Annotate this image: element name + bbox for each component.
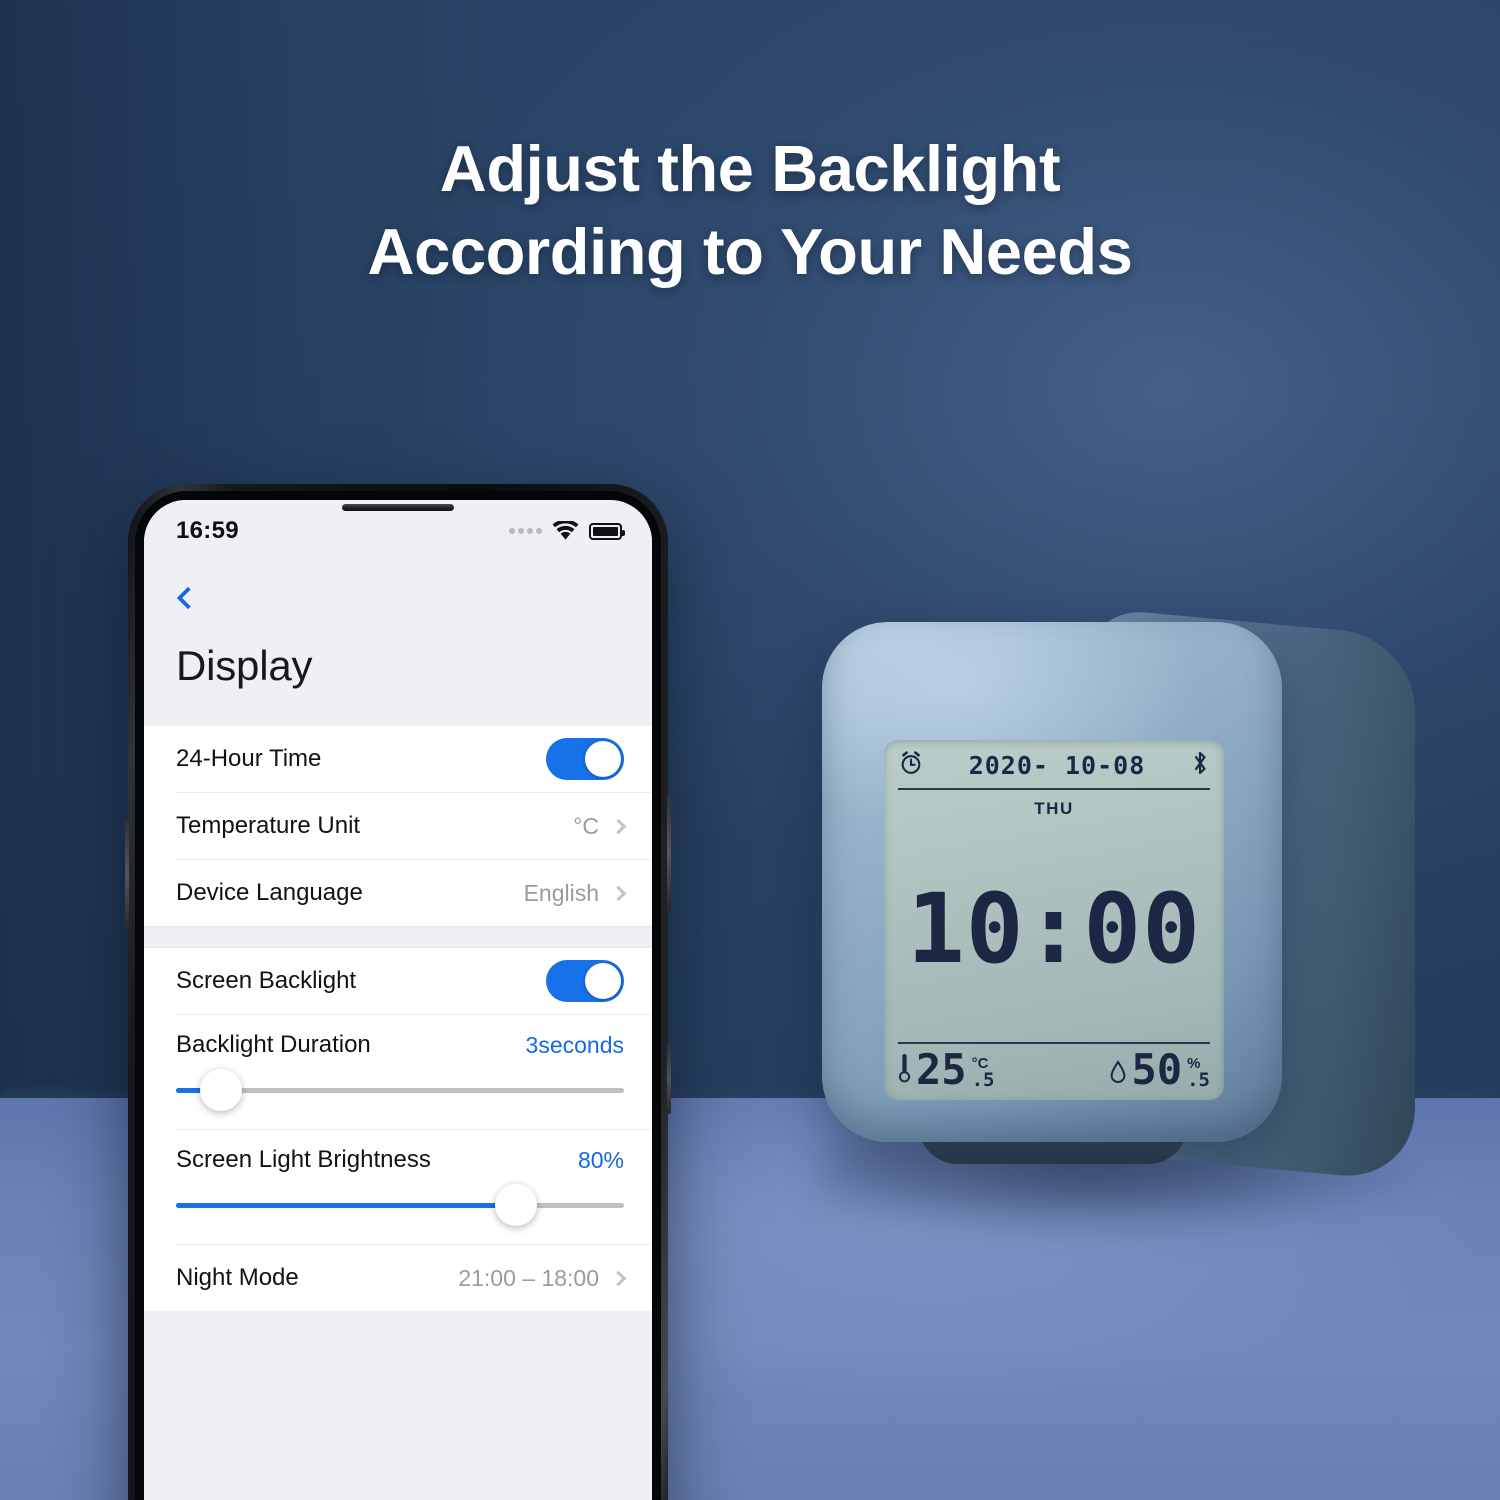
- status-bar-indicators: [509, 521, 625, 541]
- smart-alarm-clock-device: 2020- 10-08 THU 10:00 25 °C .5 50 % .5: [800, 600, 1420, 1260]
- settings-group-general: 24-Hour Time Temperature Unit °C Device …: [144, 726, 652, 926]
- row-value-group: °C: [573, 812, 627, 840]
- group-separator: [144, 926, 652, 948]
- phone-screen: 16:59 Display 24-Hour Time Temperature U…: [144, 500, 652, 1500]
- setting-row-24-hour-time[interactable]: 24-Hour Time: [144, 726, 652, 792]
- page-title: Display: [144, 634, 652, 726]
- row-value-group: 21:00 – 18:00: [458, 1264, 627, 1292]
- toggle-24-hour-time[interactable]: [546, 738, 624, 780]
- row-value: 80%: [577, 1146, 624, 1173]
- earpiece-speaker-icon: [342, 504, 454, 511]
- toggle-screen-backlight[interactable]: [546, 960, 624, 1002]
- row-value: English: [523, 879, 599, 906]
- lcd-status-row: 2020- 10-08: [898, 750, 1210, 790]
- device-front-housing: 2020- 10-08 THU 10:00 25 °C .5 50 % .5: [822, 622, 1282, 1142]
- slider-thumb[interactable]: [199, 1069, 242, 1111]
- lcd-weekday: THU: [1034, 799, 1074, 818]
- row-label: Backlight Duration: [176, 1031, 371, 1058]
- row-value: °C: [573, 812, 599, 839]
- volume-button[interactable]: [125, 820, 129, 930]
- lcd-humidity-value: 50: [1131, 1045, 1183, 1095]
- headline-line-1: Adjust the Backlight: [439, 132, 1061, 205]
- slider-header: Backlight Duration 3seconds: [176, 1031, 624, 1059]
- settings-group-backlight: Screen Backlight Backlight Duration 3sec…: [144, 948, 652, 1311]
- setting-row-temperature-unit[interactable]: Temperature Unit °C: [144, 793, 652, 859]
- row-value: 21:00 – 18:00: [458, 1264, 599, 1291]
- water-drop-icon: [1109, 1059, 1127, 1090]
- bluetooth-icon: [1190, 750, 1210, 781]
- lcd-sensor-row: 25 °C .5 50 % .5: [898, 1042, 1210, 1095]
- slider-track[interactable]: [176, 1184, 624, 1226]
- lcd-time: 10:00: [907, 872, 1201, 985]
- row-label: Screen Backlight: [176, 967, 357, 994]
- lcd-humidity-reading: 50 % .5: [1109, 1045, 1210, 1095]
- setting-row-screen-backlight[interactable]: Screen Backlight: [144, 948, 652, 1014]
- chevron-right-icon: [610, 818, 627, 834]
- headline-line-2: According to Your Needs: [367, 214, 1133, 288]
- page-headline: Adjust the Backlight According to Your N…: [0, 128, 1500, 293]
- alarm-clock-icon: [898, 750, 924, 781]
- slider-thumb[interactable]: [495, 1184, 538, 1226]
- back-chevron-icon[interactable]: [176, 586, 200, 610]
- phone-device: 16:59 Display 24-Hour Time Temperature U…: [125, 484, 671, 1500]
- row-value-group: English: [523, 879, 627, 907]
- lcd-humidity-decimal: .5: [1187, 1069, 1210, 1091]
- slider-fill: [176, 1202, 517, 1208]
- row-label: Night Mode: [176, 1264, 299, 1291]
- setting-row-night-mode[interactable]: Night Mode 21:00 – 18:00: [144, 1245, 652, 1311]
- setting-row-screen-light-brightness[interactable]: Screen Light Brightness 80%: [144, 1130, 652, 1244]
- status-bar-clock: 16:59: [176, 517, 239, 544]
- slider-screen-light-brightness[interactable]: [176, 1174, 624, 1236]
- chevron-right-icon: [610, 885, 627, 901]
- row-label: Screen Light Brightness: [176, 1146, 431, 1173]
- row-label: Device Language: [176, 879, 363, 906]
- power-button[interactable]: [667, 794, 671, 912]
- lcd-humidity-suffix: % .5: [1187, 1056, 1210, 1090]
- lcd-date: 2020- 10-08: [968, 751, 1146, 780]
- chevron-right-icon: [610, 1270, 627, 1286]
- product-marketing-image: Adjust the Backlight According to Your N…: [0, 0, 1500, 1500]
- secondary-side-button[interactable]: [667, 1044, 671, 1114]
- slider-header: Screen Light Brightness 80%: [176, 1146, 624, 1174]
- lcd-temperature-reading: 25 °C .5: [898, 1045, 995, 1095]
- lcd-temperature-value: 25: [916, 1045, 967, 1095]
- lcd-temperature-decimal: .5: [971, 1069, 995, 1091]
- battery-full-icon: [589, 522, 625, 540]
- list-empty-area: [144, 1311, 652, 1500]
- row-value: 3seconds: [525, 1031, 624, 1058]
- setting-row-device-language[interactable]: Device Language English: [144, 860, 652, 926]
- wifi-icon: [552, 521, 579, 541]
- thermometer-icon: [898, 1051, 911, 1090]
- row-label: Temperature Unit: [176, 812, 361, 839]
- slider-track[interactable]: [176, 1069, 624, 1111]
- lcd-temperature-suffix: °C .5: [972, 1056, 995, 1090]
- setting-row-backlight-duration[interactable]: Backlight Duration 3seconds: [144, 1015, 652, 1129]
- signal-dots-icon: [509, 528, 542, 534]
- navigation-bar: [144, 562, 652, 634]
- lcd-screen: 2020- 10-08 THU 10:00 25 °C .5 50 % .5: [884, 740, 1224, 1100]
- slider-backlight-duration[interactable]: [176, 1059, 624, 1121]
- row-label: 24-Hour Time: [176, 745, 322, 772]
